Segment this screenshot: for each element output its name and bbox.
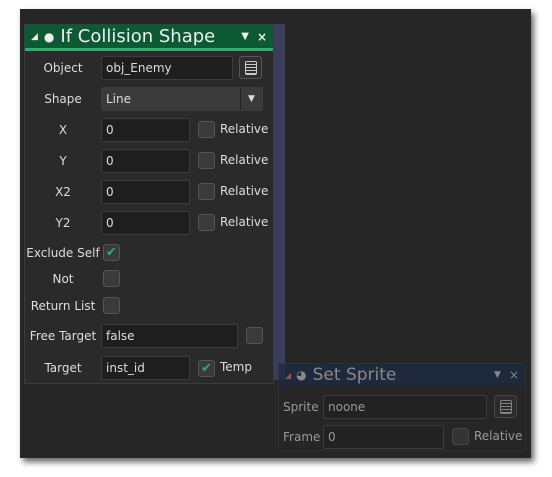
set-sprite-title: Set Sprite [312, 365, 397, 385]
panel-title: If Collision Shape [60, 26, 216, 47]
coord-label: X2 [55, 185, 71, 199]
checkmark-icon: ✔ [106, 245, 117, 260]
relative-label: Relative [220, 153, 269, 167]
coord-label: Y2 [55, 216, 71, 230]
exclude-self-label: Exclude Self [26, 246, 100, 260]
target-label: Target [44, 361, 82, 375]
exclude-self-checkbox[interactable]: ✔ [103, 244, 120, 261]
free-target-label: Free Target [29, 329, 97, 343]
list-icon [244, 60, 257, 75]
close-icon[interactable]: × [257, 30, 267, 44]
collapse-icon[interactable]: ◢ [31, 32, 38, 42]
relative-checkbox[interactable] [198, 214, 215, 231]
temp-checkbox[interactable]: ✔ [198, 360, 215, 377]
shape-label: Shape [44, 92, 82, 106]
temp-label: Temp [220, 360, 252, 374]
frame-relative-checkbox[interactable] [452, 428, 469, 445]
coord-field[interactable]: 0 [101, 149, 190, 173]
free-target-checkbox[interactable] [246, 327, 263, 344]
object-label: Object [43, 61, 83, 75]
not-label: Not [52, 272, 74, 286]
sprite-label: Sprite [283, 400, 319, 414]
coord-field[interactable]: 0 [101, 211, 190, 235]
coord-field[interactable]: 0 [101, 180, 190, 204]
shape-value: Line [106, 92, 132, 106]
frame-field[interactable]: 0 [323, 425, 444, 449]
set-sprite-header[interactable]: ◢ ◕ Set Sprite ▼ × [279, 364, 525, 386]
frame-label: Frame [283, 430, 321, 444]
coord-label: Y [59, 154, 67, 168]
coord-field[interactable]: 0 [101, 118, 190, 142]
sprite-icon: ◕ [296, 368, 307, 382]
panel-header[interactable]: ◢ ● If Collision Shape ▼ × [25, 25, 273, 51]
frame-relative-label: Relative [474, 429, 523, 443]
connector-strip [274, 24, 285, 380]
object-field[interactable]: obj_Enemy [101, 56, 233, 80]
object-picker-button[interactable] [239, 56, 262, 79]
relative-checkbox[interactable] [198, 183, 215, 200]
return-list-checkbox[interactable] [103, 297, 120, 314]
relative-checkbox[interactable] [198, 152, 215, 169]
return-list-label: Return List [30, 299, 96, 313]
relative-label: Relative [220, 184, 269, 198]
collision-icon: ● [43, 29, 55, 44]
checkmark-icon: ✔ [201, 361, 212, 376]
collapse-icon[interactable]: ◢ [285, 371, 291, 380]
sprite-picker-button[interactable] [494, 395, 517, 418]
relative-label: Relative [220, 122, 269, 136]
coord-label: X [58, 123, 68, 137]
close-icon[interactable]: × [509, 368, 519, 382]
list-icon [499, 399, 512, 414]
free-target-field[interactable]: false [101, 324, 238, 348]
dropdown-icon[interactable]: ▼ [494, 370, 501, 380]
dropdown-icon[interactable]: ▼ [241, 31, 249, 42]
chevron-down-icon: ▼ [240, 88, 262, 110]
not-checkbox[interactable] [103, 270, 120, 287]
target-field[interactable]: inst_id [101, 356, 190, 380]
relative-checkbox[interactable] [198, 121, 215, 138]
sprite-field[interactable]: noone [323, 395, 487, 419]
shape-select[interactable]: Line ▼ [101, 87, 263, 111]
relative-label: Relative [220, 215, 269, 229]
